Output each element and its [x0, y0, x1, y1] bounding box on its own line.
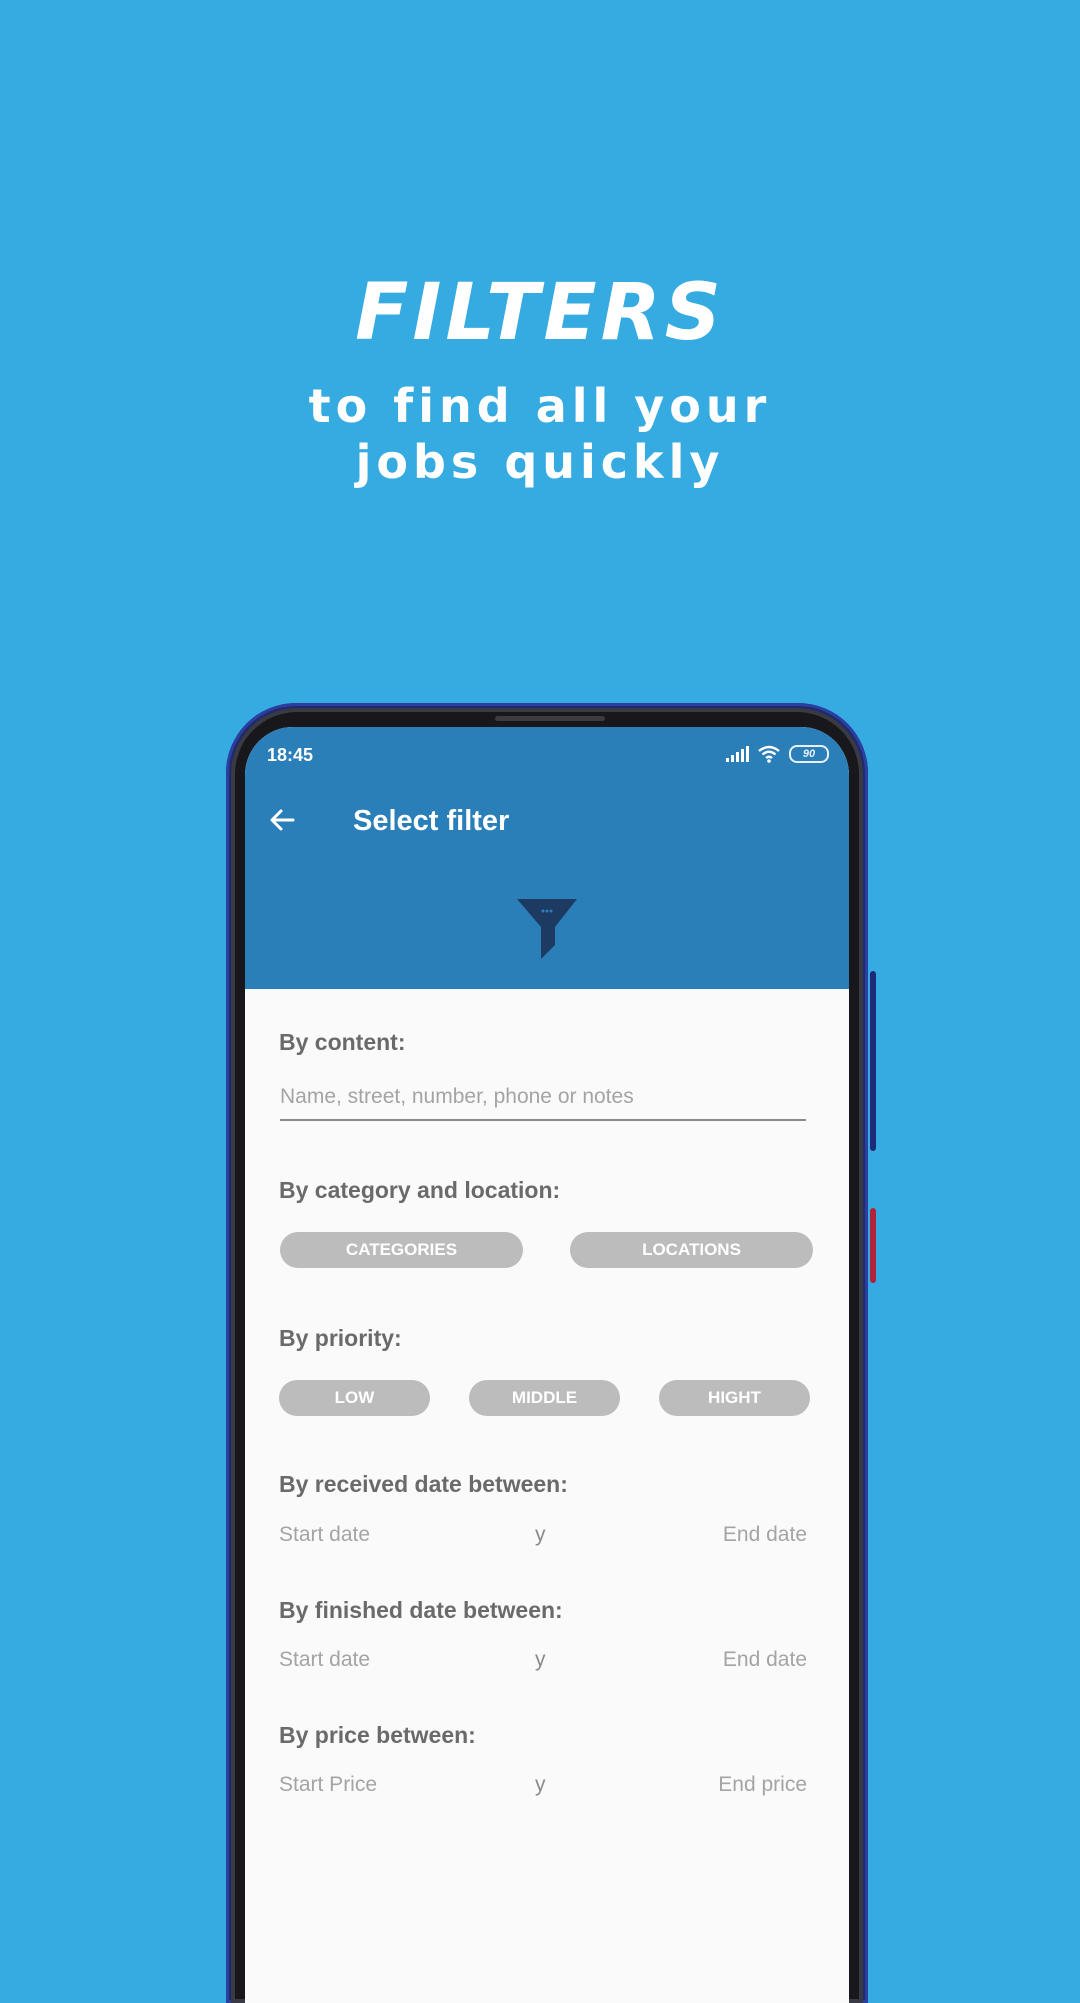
app-bar: 18:45 90 Select filter	[245, 727, 849, 989]
price-range: Start Price y End price	[279, 1770, 807, 1800]
status-time: 18:45	[267, 745, 314, 765]
earpiece-speaker	[495, 716, 605, 721]
content-search-input[interactable]	[280, 1079, 806, 1121]
promo-headline: FILTERS	[355, 268, 725, 358]
categories-button[interactable]: CATEGORIES	[280, 1232, 523, 1268]
signal-icon	[726, 746, 749, 762]
by-received-date-label: By received date between:	[279, 1471, 568, 1497]
by-finished-date-label: By finished date between:	[279, 1597, 563, 1623]
wifi-icon	[758, 745, 780, 763]
locations-button[interactable]: LOCATIONS	[570, 1232, 813, 1268]
arrow-left-icon[interactable]	[267, 805, 297, 835]
end-price-field[interactable]: End price	[718, 1770, 807, 1800]
volume-button	[870, 971, 876, 1151]
battery-icon: 90	[789, 745, 829, 763]
received-date-range: Start date y End date	[279, 1520, 807, 1550]
priority-middle-button[interactable]: MIDDLE	[469, 1380, 620, 1416]
by-category-location-label: By category and location:	[279, 1177, 561, 1203]
start-price-field[interactable]: Start Price	[279, 1770, 377, 1800]
promo-subline-line-2: jobs quickly	[355, 435, 725, 489]
range-separator: y	[535, 1648, 546, 1671]
finished-start-date-field[interactable]: Start date	[279, 1645, 370, 1675]
phone-frame: 18:45 90 Select filter By content: Name,…	[226, 703, 876, 2003]
range-separator: y	[535, 1523, 546, 1546]
priority-low-button[interactable]: LOW	[279, 1380, 430, 1416]
by-priority-label: By priority:	[279, 1325, 402, 1351]
priority-high-button[interactable]: HIGHT	[659, 1380, 810, 1416]
received-end-date-field[interactable]: End date	[723, 1520, 807, 1550]
received-start-date-field[interactable]: Start date	[279, 1520, 370, 1550]
promo-subline-line-1: to find all your	[308, 379, 772, 433]
page-title: Select filter	[353, 805, 510, 837]
by-price-label: By price between:	[279, 1722, 476, 1748]
finished-date-range: Start date y End date	[279, 1645, 807, 1675]
power-button	[870, 1208, 876, 1283]
finished-end-date-field[interactable]: End date	[723, 1645, 807, 1675]
funnel-filter-icon	[517, 899, 577, 959]
status-icons: 90	[726, 745, 829, 763]
phone-screen: 18:45 90 Select filter By content: Name,…	[245, 727, 849, 2003]
by-content-label: By content:	[279, 1029, 406, 1055]
promo-subline: to find all your jobs quickly	[0, 378, 1080, 490]
range-separator: y	[535, 1773, 546, 1796]
